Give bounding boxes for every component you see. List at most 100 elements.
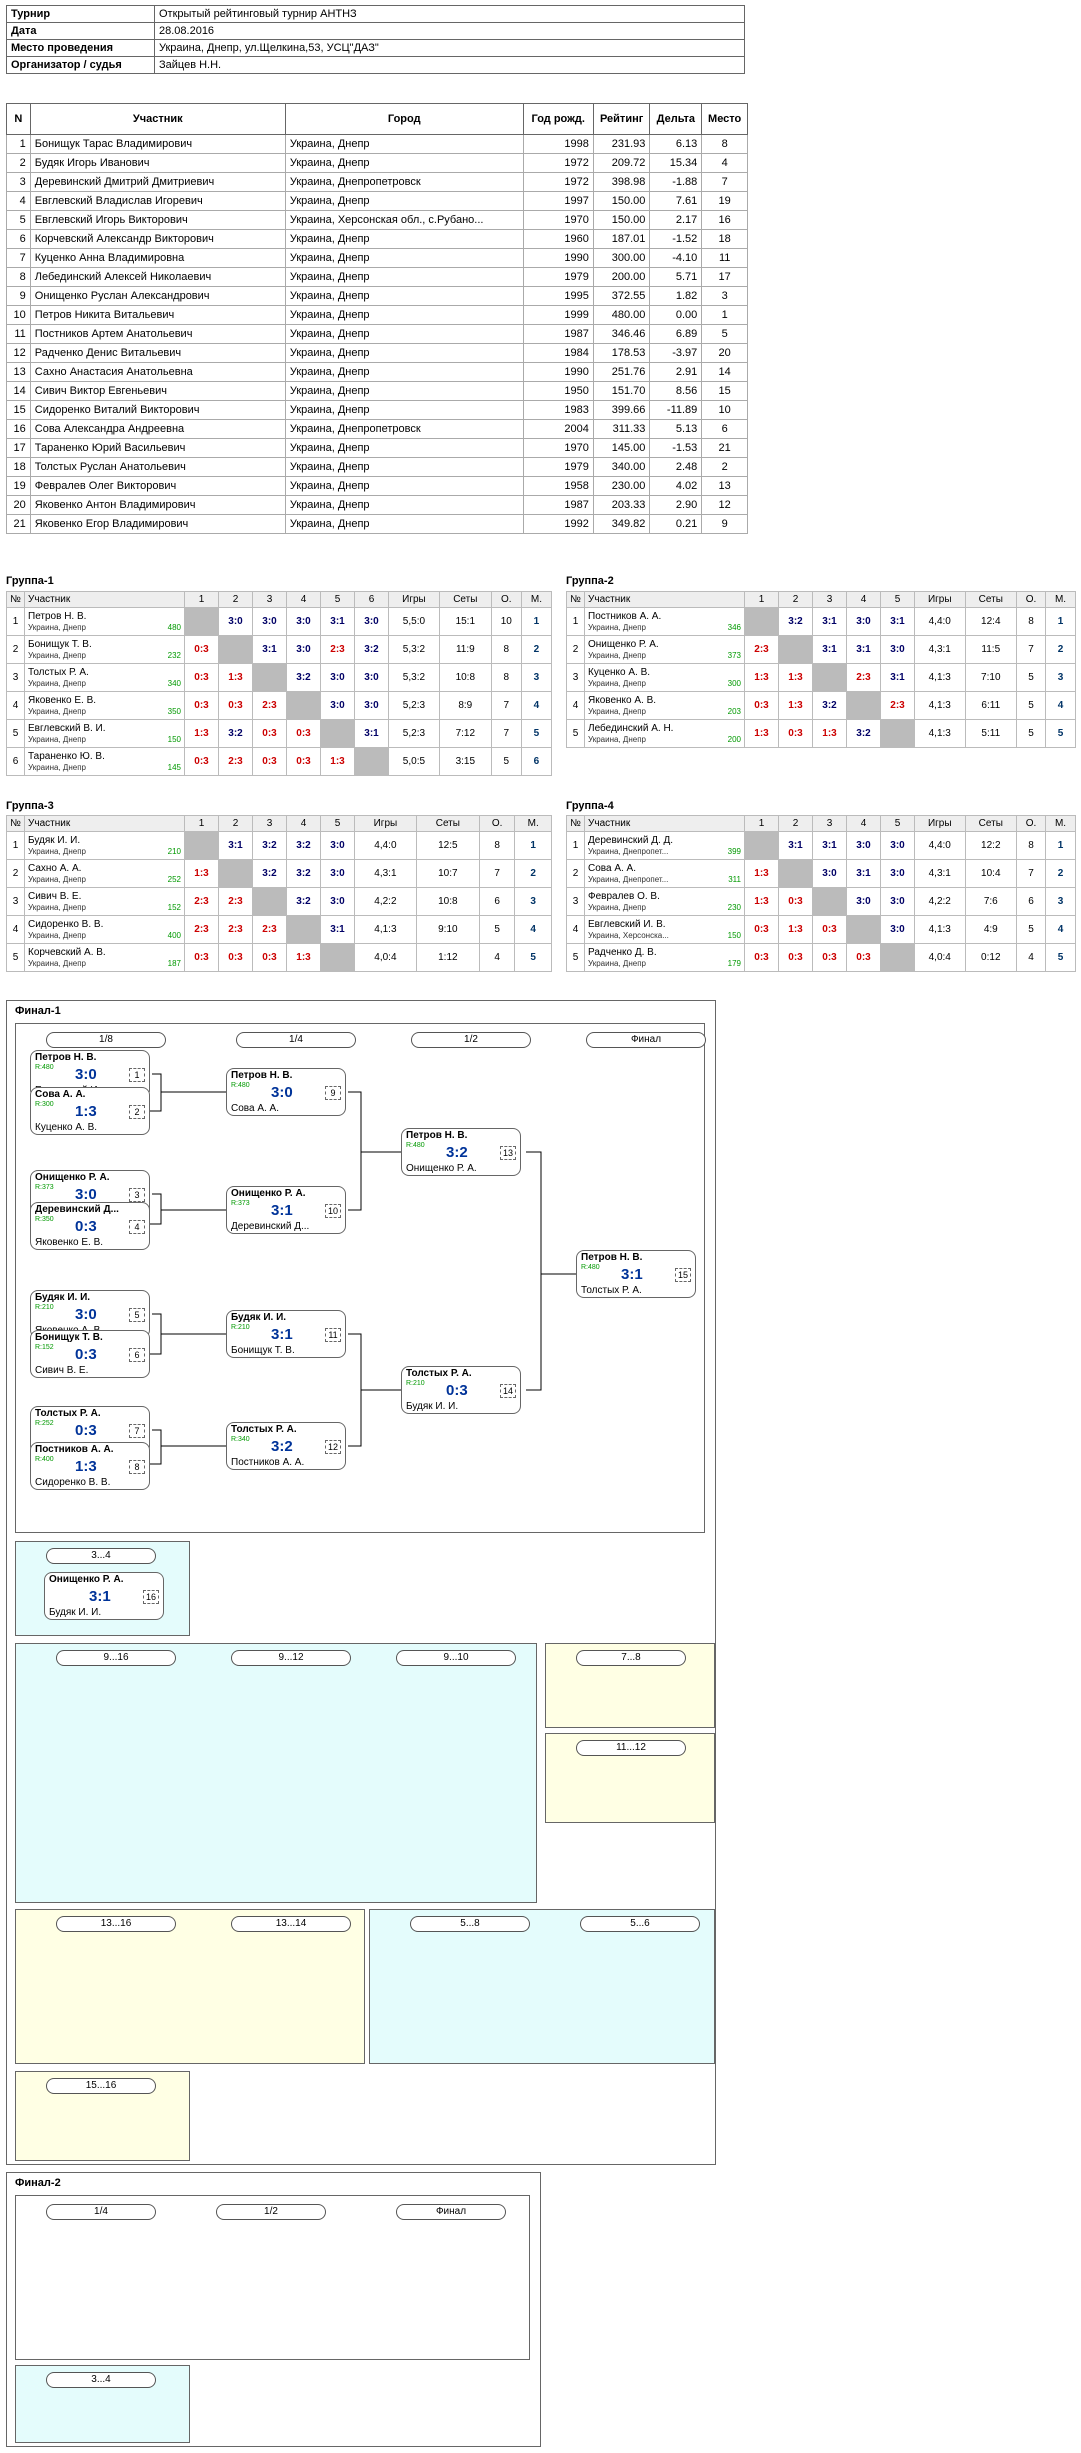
table-row: 8 Лебединский Алексей Николаевич Украина, … <box>6 267 748 287</box>
points-cell: 4 <box>478 943 516 972</box>
column-header: 2 <box>778 815 813 832</box>
table-cell: 9 <box>701 514 748 534</box>
stage-label: 1/2 <box>411 1032 531 1048</box>
set-score: 2:3 <box>262 924 277 935</box>
place-cell: 3 <box>1045 887 1076 916</box>
player-rating: 480 <box>167 622 181 632</box>
table-cell: 346.46 <box>592 324 651 344</box>
self-cell <box>846 691 881 720</box>
score-cell: 2:3 <box>218 887 253 916</box>
set-score: 3:0 <box>856 840 871 851</box>
final2-title: Финал-2 <box>15 2177 61 2189</box>
self-cell <box>778 859 813 888</box>
table-row: 3 Февралев О. В. Украина, Днепр 230 1:3 0:3 3:… <box>566 887 1076 916</box>
column-header: 3 <box>252 815 287 832</box>
games-cell: 4,0:4 <box>354 943 417 972</box>
column-header: 4 <box>286 815 321 832</box>
row-number: 3 <box>6 663 25 692</box>
player-city: Украина, Днепр 350 <box>28 706 181 716</box>
table-cell: 1992 <box>522 514 594 534</box>
column-header: № <box>566 591 585 608</box>
score-cell: 0:3 <box>218 943 253 972</box>
place-cell: 5 <box>514 943 552 972</box>
sets-cell: 10:4 <box>964 859 1018 888</box>
table-row: 2 Онищенко Р. А. Украина, Днепр 373 2:3 3:1 3:… <box>566 635 1076 664</box>
table-cell: 15.34 <box>649 153 703 173</box>
place-cell: 5 <box>1045 719 1076 748</box>
table-cell: 0.21 <box>649 514 703 534</box>
main-bracket: 1/8 1/4 1/2 Финал Петров Н. В.R:4803:01Е… <box>15 1023 706 1533</box>
place-cell: 3 <box>514 887 552 916</box>
points-cell: 6 <box>478 887 516 916</box>
set-score: 2:3 <box>890 700 905 711</box>
place-cell: 2 <box>514 859 552 888</box>
match-number: 12 <box>325 1440 341 1454</box>
score-cell: 0:3 <box>812 915 847 944</box>
set-score: 0:3 <box>194 952 209 963</box>
sets-cell: 7:12 <box>438 719 492 748</box>
loser-name: Куценко А. В. <box>35 1122 98 1133</box>
stage-label: 9...12 <box>231 1650 351 1666</box>
row-number: 4 <box>6 691 25 720</box>
info-key: Место проведения <box>6 39 155 57</box>
player-cell: Евглевский В. И. Украина, Днепр 150 <box>24 719 185 748</box>
ratings: R:210 <box>406 1380 425 1387</box>
games-cell: 5,5:0 <box>388 607 440 636</box>
score-cell: 3:0 <box>286 635 321 664</box>
score-cell: 0:3 <box>812 943 847 972</box>
column-header: Игры <box>354 815 417 832</box>
score-cell: 3:2 <box>252 831 287 860</box>
table-cell: 14 <box>701 362 748 382</box>
match-score: 3:0 <box>75 1066 97 1083</box>
match-score: 3:0 <box>75 1306 97 1323</box>
table-cell: 7.61 <box>649 191 703 211</box>
player-city: Украина, Днепр 300 <box>588 678 741 688</box>
score-cell: 3:1 <box>252 635 287 664</box>
row-number: 3 <box>6 887 25 916</box>
self-cell <box>218 635 253 664</box>
table-cell: -1.53 <box>649 438 703 458</box>
points-cell: 7 <box>490 719 522 748</box>
set-score: 3:0 <box>296 644 311 655</box>
table-cell: 6 <box>6 229 31 249</box>
score-cell: 0:3 <box>184 943 219 972</box>
table-cell: Петров Никита Витальевич <box>29 305 286 325</box>
score-cell: 3:2 <box>354 635 389 664</box>
score-cell: 3:0 <box>812 859 847 888</box>
table-row: 5 Евглевский В. И. Украина, Днепр 150 1:3 3:2… <box>6 719 553 748</box>
table-cell: 1995 <box>522 286 594 306</box>
loser-name: Сова А. А. <box>231 1103 279 1114</box>
match-number: 7 <box>129 1424 145 1438</box>
column-header: Игры <box>914 815 966 832</box>
winner-name: Толстых Р. А. <box>406 1368 472 1379</box>
info-value: Зайцев Н.Н. <box>154 56 745 74</box>
score-cell: 3:1 <box>778 831 813 860</box>
ratings: R:210 <box>231 1324 250 1331</box>
score-cell: 2:3 <box>184 887 219 916</box>
header-row: № Участник 1 2 3 4 5 Игры Сеты О. М. <box>6 815 552 832</box>
set-score: 3:2 <box>364 644 379 655</box>
table-cell: 1958 <box>522 476 594 496</box>
set-score: 0:3 <box>194 700 209 711</box>
set-score: 3:2 <box>822 700 837 711</box>
table-cell: 4.02 <box>649 476 703 496</box>
set-score: 3:1 <box>856 644 871 655</box>
table-cell: Украина, Днепропетровск <box>284 172 524 192</box>
table-cell: 7 <box>701 172 748 192</box>
score-cell: 3:0 <box>320 691 355 720</box>
ratings: R:480 <box>581 1264 600 1271</box>
table-cell: -3.97 <box>649 343 703 363</box>
table-cell: 372.55 <box>592 286 651 306</box>
table-cell: 0.00 <box>649 305 703 325</box>
loser-name: Бонищук Т. В. <box>231 1345 295 1356</box>
set-score: 3:0 <box>228 616 243 627</box>
table-cell: 1970 <box>522 210 594 230</box>
stage-label: 1/4 <box>46 2204 156 2220</box>
set-score: 0:3 <box>822 952 837 963</box>
set-score: 3:0 <box>330 840 345 851</box>
set-score: 0:3 <box>262 756 277 767</box>
match-score: 0:3 <box>75 1422 97 1439</box>
table-cell: Бонищук Тарас Владимирович <box>29 134 286 154</box>
player-city: Украина, Днепр 232 <box>28 650 181 660</box>
set-score: 0:3 <box>228 952 243 963</box>
